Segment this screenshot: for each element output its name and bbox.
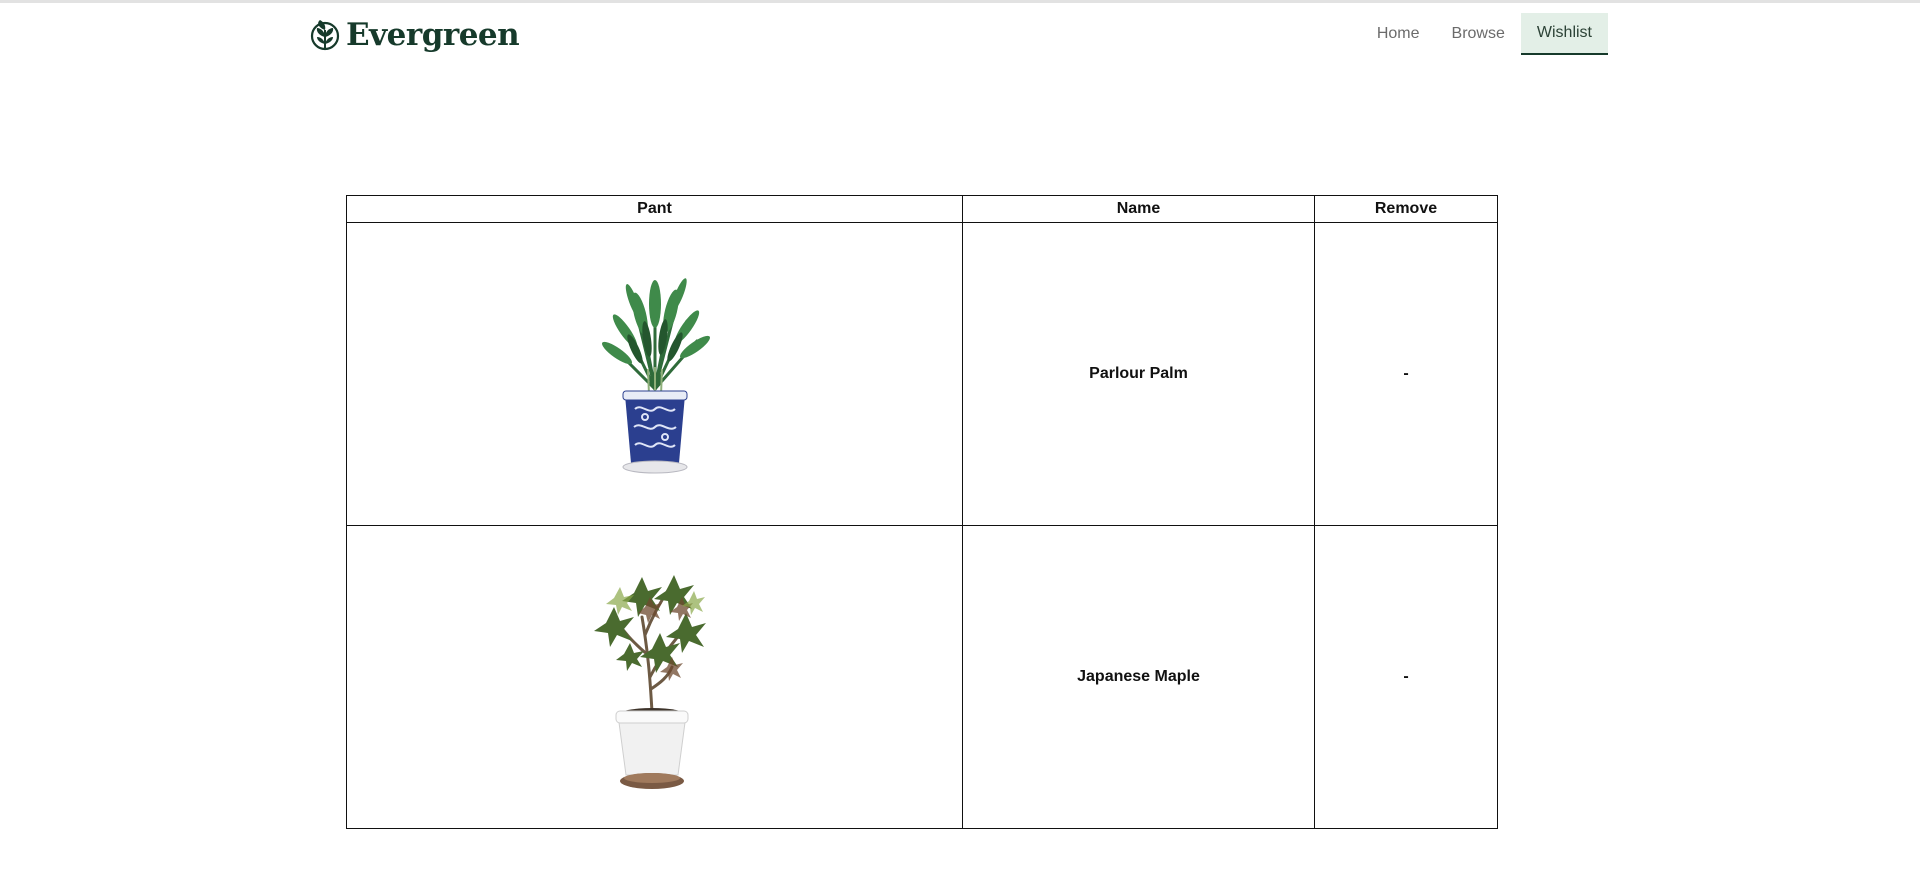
nav-wishlist-link[interactable]: Wishlist	[1520, 13, 1608, 55]
brand-logo-link[interactable]: Evergreen	[310, 15, 520, 55]
site-header: Evergreen Home Browse Wishlist	[0, 3, 1920, 65]
plant-name-cell: Parlour Palm	[962, 222, 1315, 526]
plant-image-cell	[346, 222, 963, 526]
remove-button[interactable]: -	[1314, 222, 1498, 526]
nav-home-link[interactable]: Home	[1361, 13, 1436, 55]
nav-browse-link[interactable]: Browse	[1436, 13, 1521, 55]
table-header-row: Pant Name Remove	[346, 195, 1498, 223]
column-header-remove: Remove	[1314, 195, 1498, 223]
table-row: Japanese Maple -	[346, 525, 1498, 829]
wishlist-table: Pant Name Remove Parlour Palm - Japanese…	[346, 195, 1498, 829]
table-row: Parlour Palm -	[346, 222, 1498, 526]
remove-button[interactable]: -	[1314, 525, 1498, 829]
column-header-plant: Pant	[346, 195, 963, 223]
parlour-palm-image	[601, 278, 710, 474]
column-header-name: Name	[962, 195, 1315, 223]
brand-name: Evergreen	[346, 17, 520, 53]
japanese-maple-image	[593, 575, 706, 789]
plant-image-cell	[346, 525, 963, 829]
leaf-logo-icon	[310, 20, 340, 51]
plant-name-cell: Japanese Maple	[962, 525, 1315, 829]
main-nav: Home Browse Wishlist	[1361, 13, 1608, 55]
